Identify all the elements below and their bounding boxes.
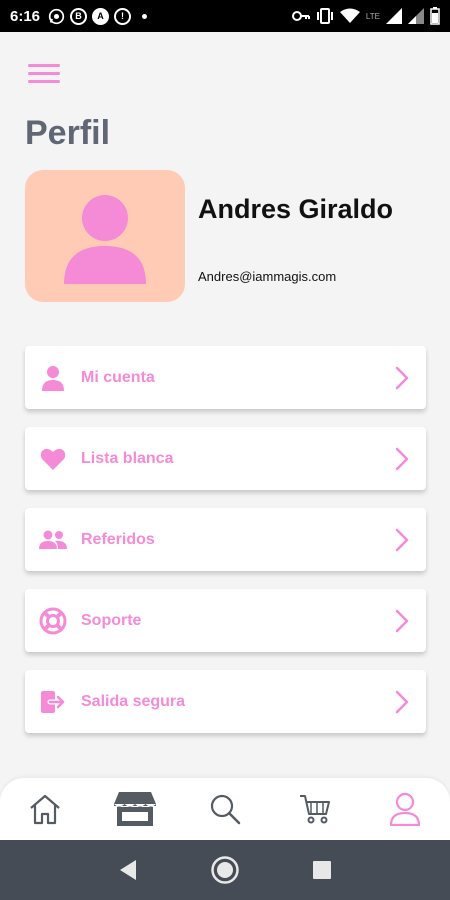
signal-icon-2 (408, 8, 424, 24)
android-nav-bar (0, 840, 450, 900)
alert-icon: ! (114, 7, 132, 25)
android-back-button[interactable] (108, 850, 148, 890)
logout-icon (39, 688, 67, 716)
home-icon (30, 794, 60, 825)
status-bar: 6:16 B A ! LTE (0, 0, 450, 32)
avatar[interactable] (25, 170, 185, 302)
user-icon (64, 195, 146, 284)
user-name: Andres Giraldo (198, 194, 394, 224)
hamburger-icon[interactable] (28, 64, 60, 88)
menu-item-referidos[interactable]: Referidos (25, 508, 426, 571)
notification-icons: B A ! (48, 7, 148, 25)
status-time: 6:16 (10, 7, 41, 25)
more-notifications-dot (142, 13, 148, 19)
menu-item-label: Mi cuenta (81, 368, 155, 386)
page-title: Perfil (25, 114, 111, 152)
nav-cart[interactable] (290, 784, 340, 834)
whatsapp-icon (48, 8, 65, 24)
nav-profile[interactable] (380, 784, 430, 834)
menu-item-soporte[interactable]: Soporte (25, 589, 426, 652)
menu-item-mi-cuenta[interactable]: Mi cuenta (25, 346, 426, 409)
vibrate-icon (316, 8, 333, 24)
profile-menu: Mi cuenta Lista blanca Referidos Soporte (25, 346, 426, 751)
b-badge-icon: B (70, 7, 88, 25)
key-icon (291, 11, 310, 21)
menu-item-label: Lista blanca (81, 449, 174, 467)
user-email: Andres@iammagis.com (198, 269, 337, 284)
recents-square-icon (312, 861, 331, 879)
store-icon (114, 792, 156, 826)
android-home-button[interactable] (205, 850, 245, 890)
menu-item-label: Soporte (81, 611, 142, 629)
chevron-right-icon (392, 688, 412, 716)
network-type: LTE (365, 11, 380, 21)
search-icon (210, 794, 241, 825)
a-badge-icon: A (92, 7, 110, 25)
wifi-icon (339, 8, 360, 23)
menu-item-label: Salida segura (81, 692, 186, 710)
menu-item-lista-blanca[interactable]: Lista blanca (25, 427, 426, 490)
signal-icon (386, 8, 402, 24)
chevron-right-icon (392, 526, 412, 554)
android-recents-button[interactable] (302, 850, 342, 890)
user-icon (39, 364, 67, 392)
users-icon (39, 526, 67, 554)
chevron-right-icon (392, 445, 412, 473)
cart-icon (300, 795, 330, 824)
system-icons: LTE (291, 7, 440, 25)
home-circle-icon (211, 856, 239, 884)
profile-icon (389, 792, 421, 826)
bottom-nav (0, 778, 450, 840)
chevron-right-icon (392, 607, 412, 635)
menu-item-salida-segura[interactable]: Salida segura (25, 670, 426, 733)
back-triangle-icon (120, 860, 137, 880)
lifebuoy-icon (39, 607, 67, 635)
chevron-right-icon (392, 364, 412, 392)
nav-search[interactable] (200, 784, 250, 834)
battery-icon (430, 7, 440, 25)
nav-home[interactable] (20, 784, 70, 834)
menu-item-label: Referidos (81, 530, 155, 548)
nav-store[interactable] (110, 784, 160, 834)
heart-icon (39, 445, 67, 473)
